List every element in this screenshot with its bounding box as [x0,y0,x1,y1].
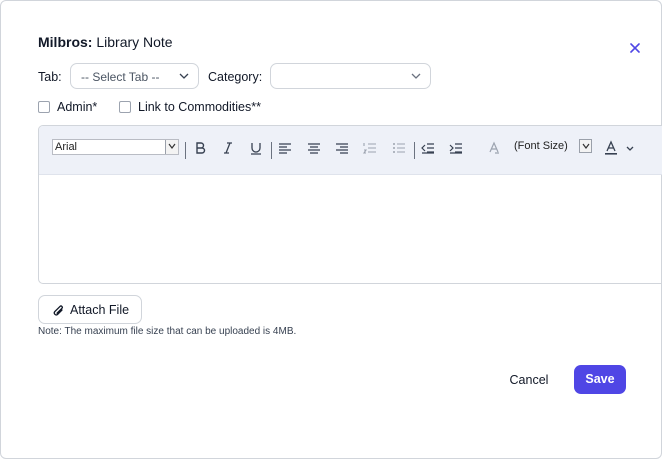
chevron-down-icon [411,73,421,79]
italic-icon[interactable] [220,140,236,156]
paperclip-icon [53,305,63,316]
editor-toolbar: Arial (Font Size) [39,126,662,175]
dialog-title: Milbros: Library Note [38,34,173,50]
cancel-button[interactable]: Cancel [501,366,557,394]
toolbar-divider [271,142,272,159]
admin-checkbox[interactable] [38,101,50,113]
category-label: Category: [208,70,263,84]
font-family-value: Arial [55,141,78,153]
file-size-note: Note: The maximum file size that can be … [38,326,297,337]
align-right-icon[interactable] [334,140,350,156]
toolbar-divider [185,142,186,159]
clear-format-icon[interactable] [486,140,502,156]
attach-file-button[interactable]: Attach File [38,295,142,324]
category-select[interactable] [270,63,431,89]
library-note-dialog: Milbros: Library Note Tab: -- Select Tab… [0,0,662,459]
tab-label: Tab: [38,70,62,84]
link-commodities-checkbox[interactable] [119,101,131,113]
tab-select[interactable]: -- Select Tab -- [70,63,199,89]
dropdown-arrow-icon [579,139,592,153]
unordered-list-icon[interactable] [391,140,407,156]
font-size-value: (Font Size) [514,140,568,152]
align-center-icon[interactable] [306,140,322,156]
editor-content-area[interactable] [39,175,662,283]
admin-label: Admin* [57,100,98,114]
dropdown-arrow-icon [165,140,178,154]
indent-icon[interactable] [448,140,464,156]
title-brand: Milbros: [38,34,93,50]
title-text: Library Note [92,34,173,50]
bold-icon[interactable] [192,140,208,156]
tab-select-value: -- Select Tab -- [81,70,160,84]
font-size-select[interactable]: (Font Size) [512,139,592,155]
chevron-down-icon [179,73,189,79]
toolbar-divider [414,142,415,159]
save-button[interactable]: Save [574,365,626,394]
rich-text-editor: Arial (Font Size) [38,125,662,284]
align-left-icon[interactable] [277,140,293,156]
attach-file-label: Attach File [70,303,130,317]
underline-icon[interactable] [248,140,264,156]
outdent-icon[interactable] [420,140,436,156]
link-commodities-label: Link to Commodities** [138,100,261,114]
font-family-select[interactable]: Arial [52,139,179,155]
chevron-down-icon[interactable] [624,140,636,156]
close-icon[interactable] [628,41,642,55]
ordered-list-icon[interactable] [362,140,378,156]
font-color-icon[interactable] [603,140,619,156]
